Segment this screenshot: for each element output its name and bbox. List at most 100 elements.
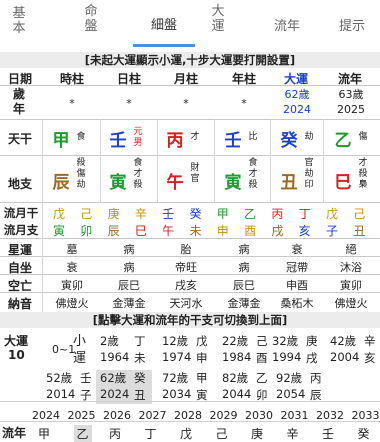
stem-god-3: 比 <box>248 132 258 142</box>
switch-hint-banner: [點擊大運和流年的干支可切換到上面] <box>0 312 380 328</box>
self-5: 沐浴 <box>340 261 362 274</box>
star-0: 墓 <box>66 243 78 256</box>
branch-char-4[interactable]: 丑 <box>276 168 302 193</box>
xiaoyun-button[interactable]: 小 運 <box>73 333 86 367</box>
luck-period-3[interactable]: 32歲庚 1994 戌 <box>268 333 324 367</box>
flow-month-stem-5[interactable]: 癸 <box>187 205 205 222</box>
flow-month-branch-8[interactable]: 戌 <box>268 222 286 239</box>
flow-month-stem-9[interactable]: 丁 <box>296 205 314 222</box>
age-day: * <box>126 97 132 110</box>
flow-year-stem-0[interactable]: 甲 <box>38 425 50 442</box>
flow-month-branch-10[interactable]: 子 <box>323 222 341 239</box>
branch-char-3: 寅 <box>224 173 242 193</box>
luck-year-5: 2014 <box>46 387 76 401</box>
branch-gods-2: 財 官 <box>190 163 200 184</box>
self-2: 帝旺 <box>175 261 197 274</box>
luck-branch-3: 戌 <box>306 351 318 365</box>
stem-char-3: 壬 <box>224 131 242 151</box>
age-month: * <box>183 97 189 110</box>
flow-year-stem-3[interactable]: 丁 <box>145 425 157 442</box>
flow-month-stem-10[interactable]: 戊 <box>323 205 341 222</box>
flow-month-branch-6[interactable]: 申 <box>214 222 232 239</box>
void-2: 戌亥 <box>175 279 197 292</box>
luck-start-age: 10 <box>8 348 25 362</box>
luck-age-4: 42歲 <box>330 334 357 348</box>
luck-year-8: 2044 <box>222 387 252 401</box>
stem-char-5[interactable]: 乙 <box>330 126 356 151</box>
stem-god-2: 才 <box>190 132 200 142</box>
flow-month-branch-9[interactable]: 亥 <box>296 222 314 239</box>
active-tab-indicator <box>133 44 195 47</box>
flow-month-branch-0[interactable]: 寅 <box>50 222 68 239</box>
self-4: 冠帶 <box>286 261 308 274</box>
luck-stem-8: 乙 <box>256 371 268 385</box>
tab-luck-label: 大 運 <box>211 4 225 34</box>
flow-month-stem-6[interactable]: 甲 <box>214 205 232 222</box>
luck-stem-9: 丙 <box>310 371 322 385</box>
flow-month-branch-5[interactable]: 未 <box>187 222 205 239</box>
tab-luck[interactable]: 大 運 <box>205 4 231 50</box>
luck-period-9[interactable]: 92歲丙 2054 辰 <box>272 370 328 404</box>
flow-year-label: 流年 <box>2 426 27 440</box>
stem-char-4[interactable]: 癸 <box>276 126 302 151</box>
luck-stem-6: 癸 <box>134 371 146 385</box>
branch-gods-3: 食 才 殺 <box>248 158 258 190</box>
flow-month-branch-1[interactable]: 卯 <box>77 222 95 239</box>
flow-month-stem-4[interactable]: 壬 <box>159 205 177 222</box>
luck-period-2[interactable]: 22歲己 1984 酉 <box>218 333 274 367</box>
branch-gods-0: 殺 傷 劫 <box>76 158 86 190</box>
luck-period-7[interactable]: 72歲甲 2034 寅 <box>158 370 214 404</box>
tab-bar: 基 本 命 盤 細盤 大 運 流年 提示 <box>0 0 380 48</box>
flow-year-stem-9[interactable]: 癸 <box>358 425 370 442</box>
flow-month-branch-2[interactable]: 辰 <box>105 222 123 239</box>
flow-year-stem-8[interactable]: 壬 <box>322 425 334 442</box>
branch-char-5[interactable]: 巳 <box>330 168 356 193</box>
flow-year-stem-2[interactable]: 丙 <box>109 425 121 442</box>
flow-year-stem-1[interactable]: 乙 <box>73 425 92 442</box>
stem-row-label: 天干 <box>7 132 32 146</box>
branch-gods-1: 食 才 殺 <box>133 158 143 190</box>
flow-month-stem-7[interactable]: 乙 <box>241 205 259 222</box>
flow-year-stem-5[interactable]: 己 <box>216 425 228 442</box>
branch-char-0: 辰 <box>52 173 70 193</box>
age-year: * <box>241 97 247 110</box>
luck-period-0[interactable]: 2歲 丁 1964 未 <box>96 333 152 367</box>
star-1: 病 <box>123 243 135 256</box>
luck-stem-5: 壬 <box>80 371 92 385</box>
luck-label: 大運 <box>4 334 29 348</box>
flow-month-stem-8[interactable]: 丙 <box>268 205 286 222</box>
luck-age-2: 22歲 <box>222 334 249 348</box>
stem-char-0: 甲 <box>52 131 70 151</box>
nayin-3: 金薄金 <box>227 297 261 310</box>
flow-month-stem-11[interactable]: 己 <box>350 205 368 222</box>
nayin-5: 佛燈火 <box>334 297 368 310</box>
luck-stem-0: 丁 <box>134 334 146 348</box>
flow-month-stem-0[interactable]: 戊 <box>50 205 68 222</box>
luck-period-4[interactable]: 42歲辛 2004 亥 <box>326 333 380 367</box>
flow-year-stem-6[interactable]: 庚 <box>251 425 263 442</box>
flow-month-branch-4[interactable]: 午 <box>159 222 177 239</box>
tab-chart[interactable]: 命 盤 <box>78 4 104 50</box>
luck-age-0: 2歲 <box>100 334 119 348</box>
flow-year-stem-4[interactable]: 戊 <box>180 425 192 442</box>
luck-period-1[interactable]: 12歲戊 1974 申 <box>158 333 214 367</box>
flow-month-branch-3[interactable]: 巳 <box>132 222 150 239</box>
star-4: 衰 <box>291 243 303 256</box>
luck-age-6: 62歲 <box>100 371 127 385</box>
flow-month-stem-2[interactable]: 庚 <box>105 205 123 222</box>
flow-year-stem-7[interactable]: 辛 <box>287 425 299 442</box>
void-3: 辰巳 <box>233 279 255 292</box>
flow-month-stem-3[interactable]: 辛 <box>132 205 150 222</box>
flow-month-branch-7[interactable]: 酉 <box>241 222 259 239</box>
luck-stem-2: 己 <box>256 334 268 348</box>
luck-age-7: 72歲 <box>162 371 189 385</box>
tab-basic[interactable]: 基 本 <box>6 6 32 52</box>
branch-gods-4: 官 劫 印 <box>304 158 314 190</box>
luck-period-6[interactable]: 62歲癸 2024 丑 <box>96 370 152 404</box>
flow-month-stem-1[interactable]: 己 <box>77 205 95 222</box>
luck-age-5: 52歲 <box>46 371 73 385</box>
luck-period-5[interactable]: 52歲壬 2014 子 <box>42 370 98 404</box>
luck-period-8[interactable]: 82歲乙 2044 卯 <box>218 370 274 404</box>
luck-age-8: 82歲 <box>222 371 249 385</box>
flow-month-branch-11[interactable]: 丑 <box>350 222 368 239</box>
